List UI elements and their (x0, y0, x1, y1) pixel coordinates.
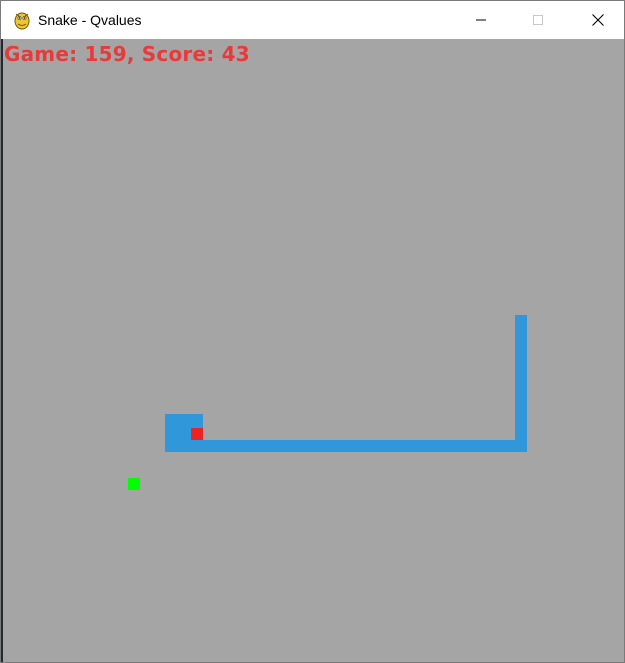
snake-body-horizontal (165, 440, 527, 452)
game-window: Snake - Qvalues Game: 159, Score: 43 (0, 0, 625, 663)
minimize-icon (476, 19, 486, 21)
close-button[interactable] (575, 1, 621, 39)
close-icon (592, 14, 604, 26)
window-title: Snake - Qvalues (38, 12, 142, 28)
minimize-button[interactable] (458, 1, 504, 39)
title-bar[interactable]: Snake - Qvalues (1, 1, 624, 39)
maximize-icon (533, 15, 543, 25)
window-left-edge (1, 39, 3, 662)
snake-body-vertical-right (515, 315, 527, 452)
food-pellet (128, 478, 140, 490)
snake-head (191, 428, 203, 440)
game-board: Game: 159, Score: 43 (1, 39, 624, 662)
pygame-snake-icon (12, 10, 32, 30)
maximize-button[interactable] (515, 1, 561, 39)
game-score-text: Game: 159, Score: 43 (4, 42, 250, 66)
